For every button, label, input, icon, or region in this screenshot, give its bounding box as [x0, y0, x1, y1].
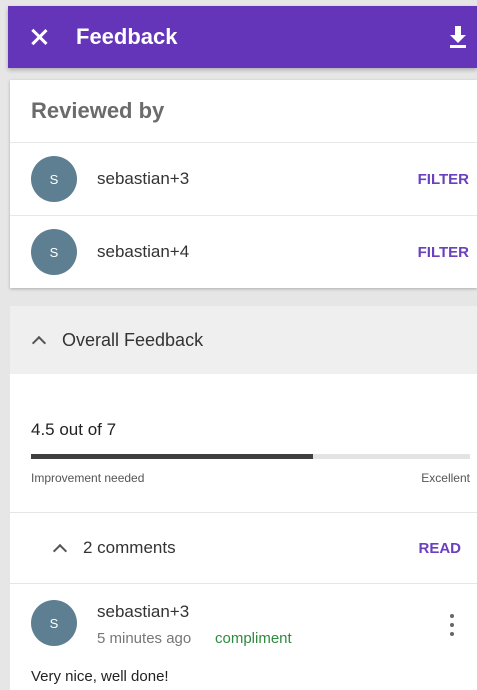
- read-button[interactable]: READ: [418, 540, 461, 557]
- comment-body: Very nice, well done!: [31, 668, 169, 685]
- app-bar: Feedback: [8, 6, 477, 68]
- score-progress-fill: [31, 454, 314, 459]
- reviewed-by-heading: Reviewed by: [10, 80, 477, 143]
- comment-timestamp: 5 minutes ago: [97, 630, 192, 647]
- overall-feedback-label: Overall Feedback: [62, 329, 204, 350]
- comments-header[interactable]: 2 comments READ: [10, 513, 477, 583]
- reviewer-row: S sebastian+3 FILTER: [10, 143, 477, 216]
- comment-tag: compliment: [215, 630, 292, 647]
- reviewer-row: S sebastian+4 FILTER: [10, 216, 477, 288]
- more-vert-icon[interactable]: [449, 614, 455, 636]
- filter-button[interactable]: FILTER: [418, 171, 469, 188]
- chevron-up-icon: [31, 335, 47, 350]
- overall-feedback-panel: Overall Feedback 4.5 out of 7 Improvemen…: [10, 306, 477, 690]
- close-icon[interactable]: [28, 26, 50, 48]
- scale-low-label: Improvement needed: [31, 471, 145, 485]
- reviewed-by-card: Reviewed by S sebastian+3 FILTER S sebas…: [10, 80, 477, 288]
- download-icon[interactable]: [449, 26, 467, 48]
- overall-feedback-header[interactable]: Overall Feedback: [10, 306, 477, 374]
- reviewer-name: sebastian+4: [97, 242, 190, 261]
- scale-high-label: Excellent: [421, 471, 470, 485]
- comment-author: sebastian+3: [97, 602, 190, 621]
- chevron-up-icon: [52, 543, 68, 558]
- comments-count: 2 comments: [83, 538, 176, 557]
- score-text: 4.5 out of 7: [31, 420, 117, 439]
- avatar: S: [31, 156, 77, 202]
- avatar: S: [31, 229, 77, 275]
- comment-item: S sebastian+3 5 minutes ago compliment V…: [10, 584, 477, 690]
- score-progress-bar: [31, 454, 470, 459]
- avatar: S: [31, 600, 77, 646]
- filter-button[interactable]: FILTER: [418, 244, 469, 261]
- page-title: Feedback: [76, 24, 178, 49]
- reviewer-name: sebastian+3: [97, 169, 190, 188]
